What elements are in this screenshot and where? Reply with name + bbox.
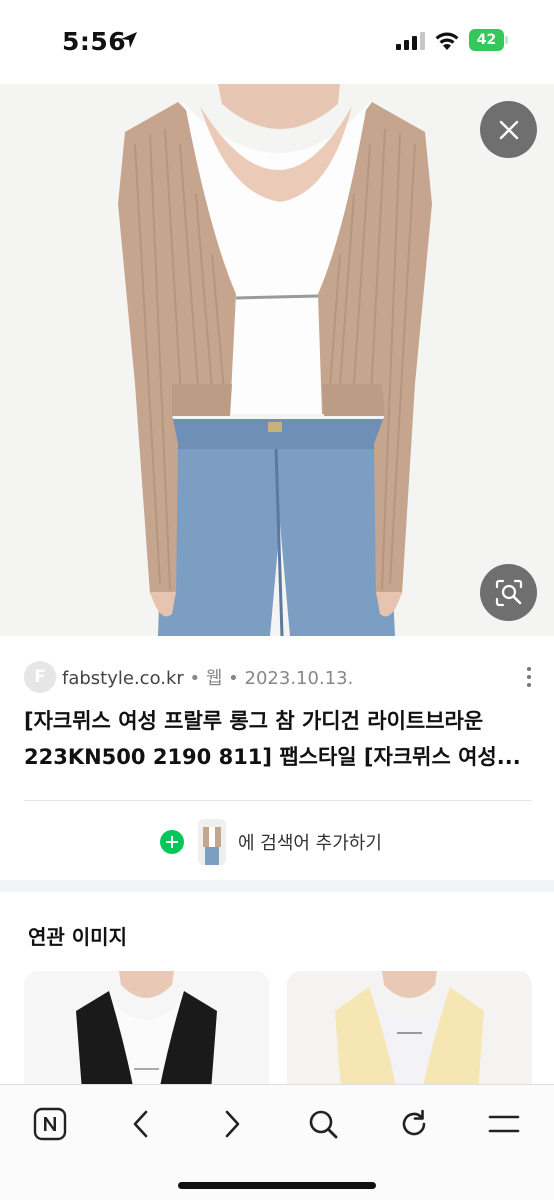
search-thumbnail bbox=[198, 819, 226, 865]
status-time: 5:56 bbox=[62, 27, 127, 56]
related-image-black-cardigan bbox=[24, 971, 269, 1091]
chevron-left-icon bbox=[133, 1110, 148, 1138]
divider bbox=[24, 800, 532, 801]
reload-button[interactable] bbox=[392, 1102, 436, 1146]
battery-indicator: 42 bbox=[469, 29, 509, 51]
reload-icon bbox=[402, 1109, 426, 1136]
cardigan-photo bbox=[0, 84, 554, 636]
related-image-yellow-cardigan bbox=[287, 971, 532, 1091]
source-domain: fabstyle.co.kr bbox=[62, 668, 184, 689]
source-type: • 웹 • bbox=[183, 668, 245, 689]
source-line: fabstyle.co.kr • 웹 • 2023.10.13. bbox=[62, 664, 353, 690]
add-search-label: 에 검색어 추가하기 bbox=[238, 833, 382, 854]
related-image-card[interactable] bbox=[287, 971, 532, 1091]
menu-icon bbox=[488, 1115, 520, 1133]
site-favicon: F bbox=[24, 661, 56, 693]
result-title-link[interactable]: [자크뮈스 여성 프랄루 롱그 참 가디건 라이트브라운 223KN500 21… bbox=[24, 703, 536, 775]
chevron-right-icon bbox=[225, 1110, 240, 1138]
back-button[interactable] bbox=[119, 1102, 163, 1146]
cellular-signal-icon bbox=[396, 32, 425, 50]
plus-icon bbox=[160, 830, 184, 854]
battery-cap bbox=[505, 36, 508, 44]
image-search-button[interactable] bbox=[480, 564, 537, 621]
source-date: 2023.10.13. bbox=[244, 668, 354, 689]
close-button[interactable] bbox=[480, 101, 537, 158]
location-arrow-icon bbox=[121, 32, 137, 48]
naver-home-button[interactable] bbox=[28, 1102, 72, 1146]
naver-n-icon bbox=[33, 1107, 67, 1141]
image-search-viewer: 5:56 42 F fabstyle.co.kr • 웹 • 2023.10.1… bbox=[0, 0, 554, 1200]
battery-level: 42 bbox=[476, 32, 497, 48]
product-image[interactable] bbox=[0, 84, 554, 636]
section-separator bbox=[0, 880, 554, 892]
menu-button[interactable] bbox=[482, 1102, 526, 1146]
search-button[interactable] bbox=[301, 1102, 345, 1146]
search-icon bbox=[309, 1110, 338, 1139]
related-image-card[interactable] bbox=[24, 971, 269, 1091]
related-images-heading: 연관 이미지 bbox=[28, 925, 127, 949]
add-to-search-button[interactable]: 에 검색어 추가하기 bbox=[160, 818, 382, 866]
wifi-icon bbox=[435, 32, 459, 50]
close-icon bbox=[499, 120, 518, 139]
image-search-icon bbox=[495, 579, 522, 606]
forward-button[interactable] bbox=[210, 1102, 254, 1146]
status-bar: 5:56 42 bbox=[0, 0, 554, 84]
result-source[interactable]: F fabstyle.co.kr • 웹 • 2023.10.13. bbox=[24, 660, 534, 694]
more-vertical-icon[interactable] bbox=[524, 665, 534, 689]
home-indicator bbox=[178, 1182, 376, 1189]
